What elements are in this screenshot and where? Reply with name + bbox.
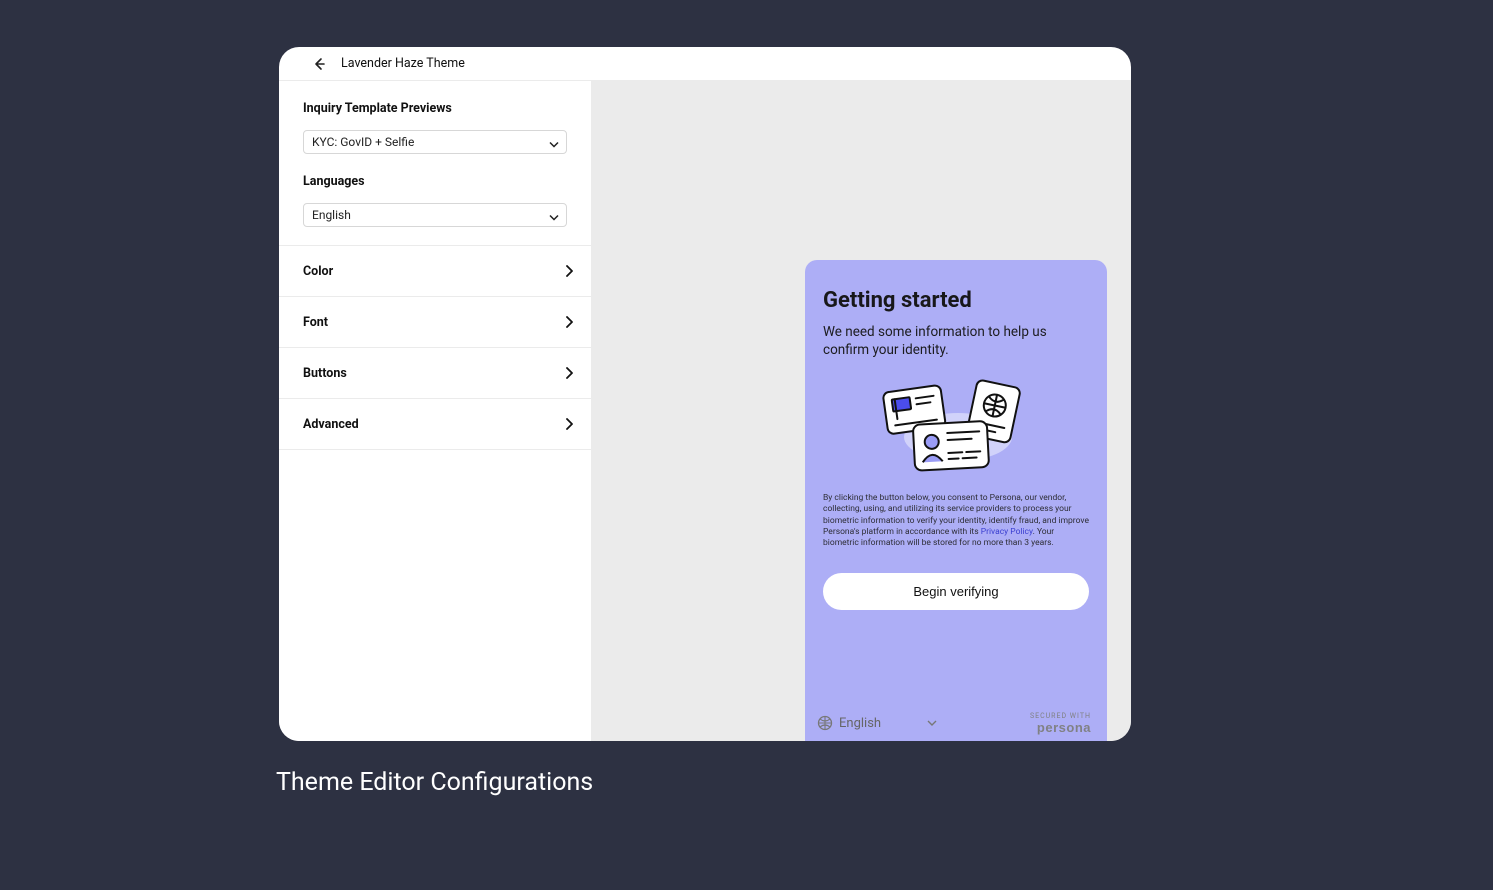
templates-label: Inquiry Template Previews <box>303 101 567 116</box>
back-button[interactable] <box>309 54 329 74</box>
brand-name: persona <box>1037 720 1091 735</box>
preview-footer: English SECURED WITH persona <box>805 705 1107 741</box>
template-select-wrap: KYC: GovID + Selfie <box>303 130 567 154</box>
privacy-policy-link[interactable]: Privacy Policy <box>981 527 1033 537</box>
page-title: Lavender Haze Theme <box>341 56 465 71</box>
language-select-wrap: English <box>303 203 567 227</box>
template-select[interactable]: KYC: GovID + Selfie <box>303 130 567 154</box>
language-select[interactable]: English <box>303 203 567 227</box>
accordion-advanced[interactable]: Advanced <box>279 399 591 450</box>
arrow-left-icon <box>311 56 327 72</box>
begin-verifying-button[interactable]: Begin verifying <box>823 573 1089 610</box>
figure-caption: Theme Editor Configurations <box>276 768 593 797</box>
accordion-label: Buttons <box>303 366 347 381</box>
preview-card: Getting started We need some information… <box>805 260 1107 741</box>
accordion-color[interactable]: Color <box>279 246 591 297</box>
template-select-value: KYC: GovID + Selfie <box>312 135 414 149</box>
id-cards-illustration <box>823 375 1089 475</box>
accordion-label: Font <box>303 315 328 330</box>
theme-editor-window: Lavender Haze Theme Inquiry Template Pre… <box>279 47 1131 741</box>
language-select-value: English <box>312 208 351 222</box>
secured-with-brand: SECURED WITH persona <box>1030 712 1091 735</box>
sidebar-top-section: Inquiry Template Previews KYC: GovID + S… <box>279 81 591 246</box>
preview-subtitle: We need some information to help us conf… <box>823 323 1089 359</box>
chevron-right-icon <box>565 316 573 328</box>
languages-label: Languages <box>303 174 567 189</box>
caret-down-icon <box>927 720 937 726</box>
body: Inquiry Template Previews KYC: GovID + S… <box>279 81 1131 741</box>
sidebar: Inquiry Template Previews KYC: GovID + S… <box>279 81 592 741</box>
chevron-right-icon <box>565 367 573 379</box>
accordion-label: Color <box>303 264 333 279</box>
globe-icon <box>817 715 833 731</box>
chevron-right-icon <box>565 265 573 277</box>
language-switcher-value: English <box>839 716 881 731</box>
language-switcher[interactable]: English <box>817 715 937 731</box>
consent-text: By clicking the button below, you consen… <box>823 493 1089 548</box>
accordion-label: Advanced <box>303 417 359 432</box>
accordion-font[interactable]: Font <box>279 297 591 348</box>
accordion-buttons[interactable]: Buttons <box>279 348 591 399</box>
chevron-right-icon <box>565 418 573 430</box>
secured-label: SECURED WITH <box>1030 712 1091 720</box>
preview-title: Getting started <box>823 288 1089 313</box>
preview-area: Getting started We need some information… <box>592 81 1131 741</box>
header-bar: Lavender Haze Theme <box>279 47 1131 81</box>
